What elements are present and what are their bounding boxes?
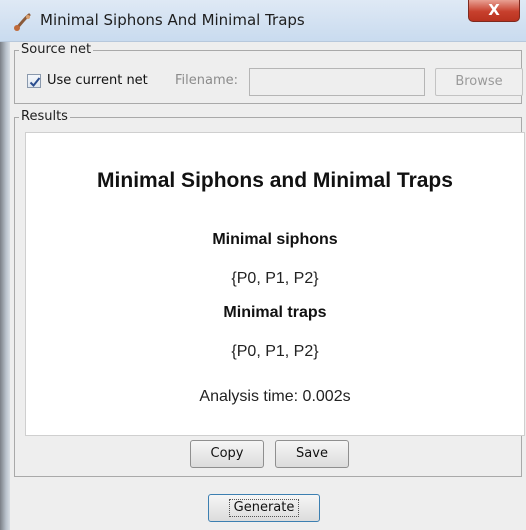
window-title: Minimal Siphons And Minimal Traps xyxy=(40,11,305,29)
window-frame-left xyxy=(0,42,10,530)
generate-button[interactable]: Generate xyxy=(208,494,320,522)
save-button[interactable]: Save xyxy=(275,440,349,468)
use-current-net-checkbox[interactable] xyxy=(27,74,41,88)
browse-button[interactable]: Browse xyxy=(435,68,523,96)
source-net-legend: Source net xyxy=(19,42,94,57)
results-legend: Results xyxy=(19,109,70,124)
app-icon xyxy=(14,13,31,31)
filename-label: Filename: xyxy=(175,73,239,88)
use-current-net-label[interactable]: Use current net xyxy=(47,73,148,88)
results-title: Minimal Siphons and Minimal Traps xyxy=(97,169,453,192)
traps-value: {P0, P1, P2} xyxy=(231,343,319,360)
siphons-value: {P0, P1, P2} xyxy=(231,270,319,287)
title-bar[interactable]: Minimal Siphons And Minimal Traps X xyxy=(0,0,526,42)
results-group: Results Minimal Siphons and Minimal Trap… xyxy=(14,109,525,477)
dialog-window: Minimal Siphons And Minimal Traps X Sour… xyxy=(0,0,526,530)
source-net-group: Source net Use current net Filename: Bro… xyxy=(14,42,523,104)
checkmark-icon xyxy=(29,77,41,87)
results-panel: Minimal Siphons and Minimal Traps Minima… xyxy=(25,132,525,436)
copy-button[interactable]: Copy xyxy=(190,440,264,468)
analysis-time: Analysis time: 0.002s xyxy=(199,388,351,405)
filename-field[interactable] xyxy=(249,68,425,96)
close-icon: X xyxy=(488,1,500,19)
siphons-heading: Minimal siphons xyxy=(212,231,338,248)
close-button[interactable]: X xyxy=(468,0,520,22)
generate-label: Generate xyxy=(228,499,300,517)
traps-heading: Minimal traps xyxy=(223,304,327,321)
